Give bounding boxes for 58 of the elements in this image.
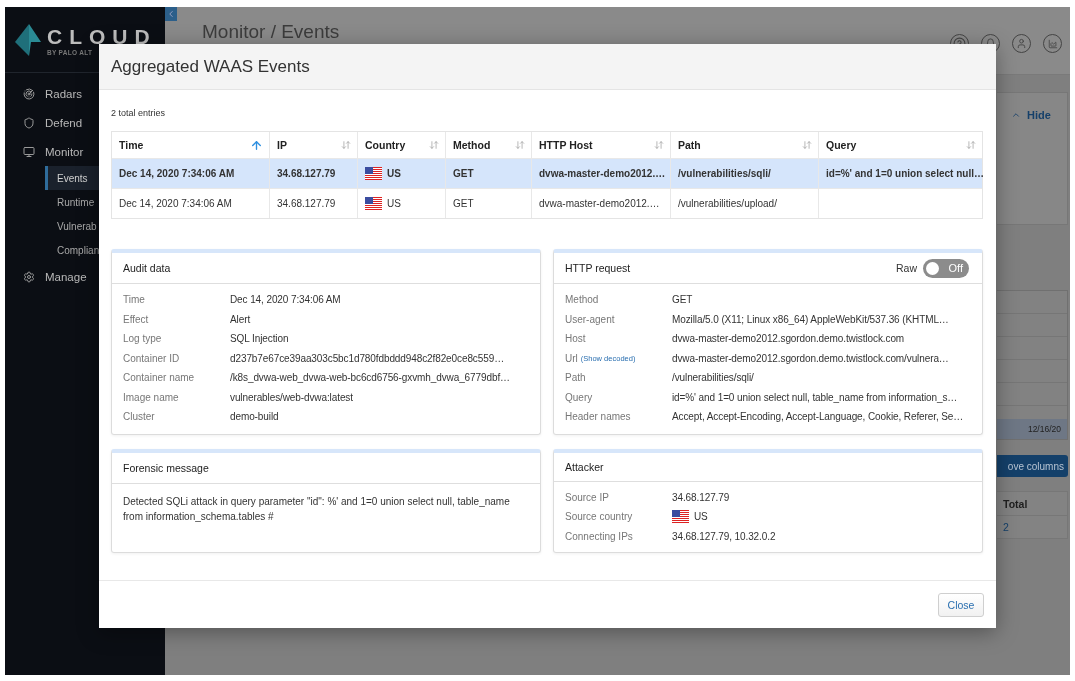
field-label: Url xyxy=(565,352,578,364)
table-cell: id=%' and 1=0 union select null… xyxy=(826,168,984,179)
table-cell: dvwa-master-demo2012.… xyxy=(539,198,660,209)
field-label: Container ID xyxy=(123,352,181,364)
field-label: Connecting IPs xyxy=(565,530,634,542)
field-label: Path xyxy=(565,372,587,384)
field-value: SQL Injection xyxy=(230,333,289,345)
table-cell: /vulnerabilities/upload/ xyxy=(678,198,777,209)
table-cell: 34.68.127.79 xyxy=(277,198,336,209)
table-cell: GET xyxy=(453,168,474,179)
field-label: Effect xyxy=(123,313,150,325)
raw-label: Raw xyxy=(896,262,917,274)
field-value: 34.68.127.79 xyxy=(672,491,730,503)
field-value: GET xyxy=(672,294,693,306)
table-cell: US xyxy=(387,168,401,179)
field-label: Image name xyxy=(123,391,180,403)
field-label: Query xyxy=(565,391,594,403)
field-label: Time xyxy=(123,294,146,306)
field-value: vulnerables/web-dvwa:latest xyxy=(230,391,353,403)
card-title: Forensic message xyxy=(123,462,209,474)
column-header: Total xyxy=(997,492,1067,516)
table-cell: Dec 14, 2020 7:34:06 AM xyxy=(119,198,232,209)
forensic-message: Detected SQLi attack in query parameter "id": %' and 1=0 union select null, table_name from information_schema.tables # xyxy=(123,495,511,524)
table-cell: Dec 14, 2020 7:34:06 AM xyxy=(119,168,235,179)
field-label: Host xyxy=(565,333,587,345)
field-label: Container name xyxy=(123,372,196,384)
page-title: Monitor / Events xyxy=(202,21,340,43)
field-value: /k8s_dvwa-web_dvwa-web-bc6cd6756-gxvmh_dvwa_6779dbf… xyxy=(230,372,510,384)
field-value: US xyxy=(694,511,708,523)
entries-count: 2 total entries xyxy=(111,108,167,118)
table-cell: GET xyxy=(453,198,474,209)
field-value: /vulnerabilities/sqli/ xyxy=(672,372,754,384)
table-cell: dvwa-master-demo2012.… xyxy=(539,168,666,179)
field-value: dvwa-master-demo2012.sgordon.demo.twistlock.com xyxy=(672,333,905,345)
field-value: Mozilla/5.0 (X11; Linux x86_64) AppleWebKit/537.36 (KHTML… xyxy=(672,313,949,325)
field-value: Accept, Accept-Encoding, Accept-Language, Cookie, Referer, Se… xyxy=(672,411,964,423)
field-label: Header names xyxy=(565,411,632,423)
field-value: Alert xyxy=(230,313,251,325)
field-value: 34.68.127.79, 10.32.0.2 xyxy=(672,530,776,542)
field-value: Dec 14, 2020 7:34:06 AM xyxy=(230,294,341,306)
field-label: Method xyxy=(565,294,600,306)
field-label: Source IP xyxy=(565,491,610,503)
table-cell: /vulnerabilities/sqli/ xyxy=(678,168,771,179)
card-title: Audit data xyxy=(123,262,171,274)
table-cell: 34.68.127.79 xyxy=(277,168,336,179)
field-label: User-agent xyxy=(565,313,616,325)
field-value: id=%' and 1=0 union select null, table_name from information_s… xyxy=(672,391,958,403)
field-value: demo-build xyxy=(230,411,279,423)
field-value: d237b7e67ce39aa303c5bc1d780fdbddd948c2f82e0ce8c559… xyxy=(230,352,505,364)
date-cell: 12/16/20 xyxy=(997,419,1067,439)
card-title: HTTP request xyxy=(565,262,631,274)
table-cell: US xyxy=(387,198,401,209)
dialog-title: Aggregated WAAS Events xyxy=(99,44,996,90)
field-label: Cluster xyxy=(123,411,156,423)
field-value: dvwa-master-demo2012.sgordon.demo.twistlock.com/vulnera… xyxy=(672,352,949,364)
field-label: Source country xyxy=(565,511,634,523)
card-title: Attacker xyxy=(565,460,604,473)
field-label: Log type xyxy=(123,333,163,345)
